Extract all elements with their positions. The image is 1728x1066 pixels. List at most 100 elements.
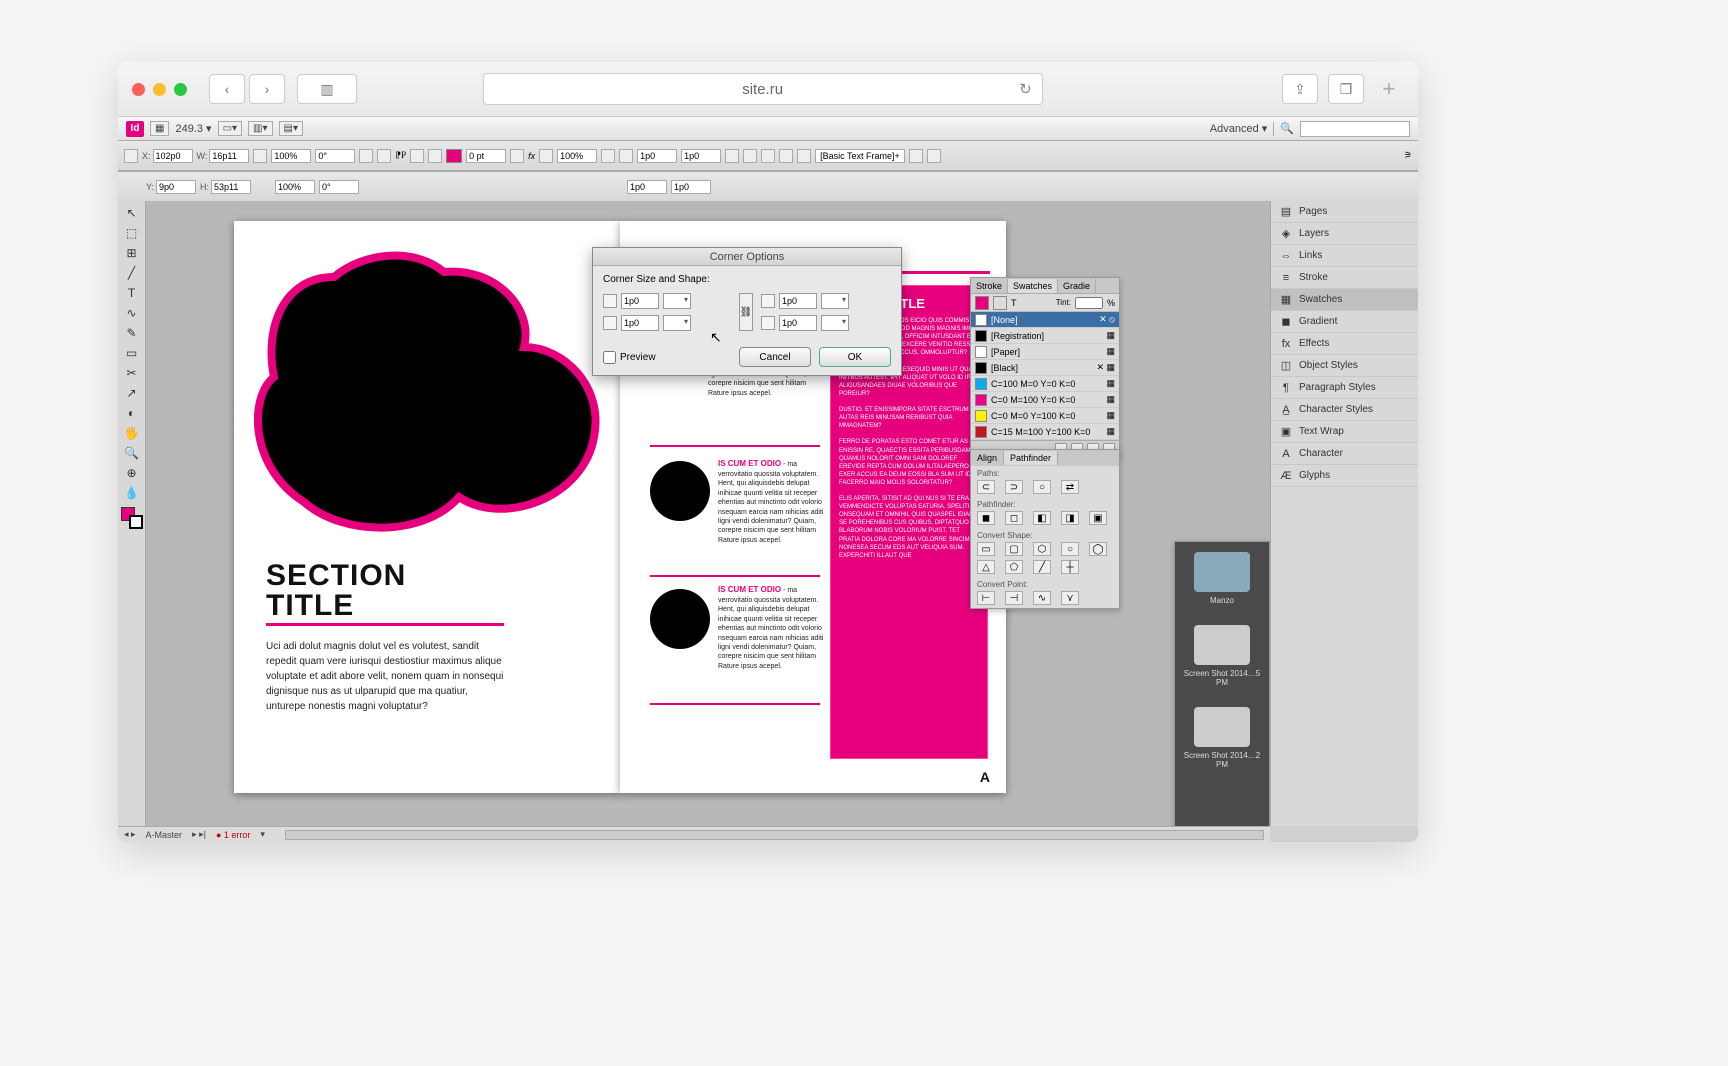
constrain-icon[interactable]: [253, 149, 267, 163]
h-field[interactable]: [211, 180, 251, 194]
corner-point-icon[interactable]: ⊣: [1005, 591, 1023, 605]
gap-3[interactable]: [627, 180, 667, 194]
fitting-icon[interactable]: [927, 149, 941, 163]
pathfinder-panel[interactable]: AlignPathfinder Paths: ⊂⊃○⇄ Pathfinder: …: [970, 449, 1120, 609]
minus-back-icon[interactable]: ▣: [1089, 511, 1107, 525]
panel-text-wrap[interactable]: ▣Text Wrap: [1271, 421, 1418, 443]
tool-◐[interactable]: ◐: [120, 403, 144, 423]
tint-input[interactable]: [1075, 297, 1103, 309]
bridge-icon[interactable]: ▦: [150, 121, 169, 136]
canvas[interactable]: SECTION TITLE Uci adi dolut magnis dolut…: [146, 201, 1270, 826]
page-nav-next[interactable]: ▸ ▸|: [192, 829, 206, 840]
zoom-readout[interactable]: 249.3 ▾: [175, 122, 211, 135]
shear-field[interactable]: [319, 180, 359, 194]
scale-x[interactable]: [271, 149, 311, 163]
panel-character-styles[interactable]: A̲Character Styles: [1271, 399, 1418, 421]
view-mode-dd[interactable]: ▭▾: [218, 121, 242, 136]
columns-icon[interactable]: [725, 149, 739, 163]
forward-button[interactable]: ›: [249, 74, 285, 104]
tool-⊞[interactable]: ⊞: [120, 243, 144, 263]
new-tab-button[interactable]: +: [1374, 74, 1404, 104]
text-wrap-1-icon[interactable]: [601, 149, 615, 163]
finder-item[interactable]: Screen Shot 2014…2 PM: [1175, 697, 1269, 779]
address-bar[interactable]: site.ru ↻: [483, 73, 1043, 105]
text-wrap-2-icon[interactable]: [619, 149, 633, 163]
panel-swatches[interactable]: ▦Swatches: [1271, 289, 1418, 311]
pf-tab-align[interactable]: Align: [971, 451, 1004, 465]
align-l-icon[interactable]: [743, 149, 757, 163]
rect-icon[interactable]: ▭: [977, 542, 995, 556]
drop-shadow-icon[interactable]: [539, 149, 553, 163]
swatch-row[interactable]: [Black]✕ ▦: [971, 360, 1119, 376]
fill-proxy-icon[interactable]: [975, 296, 989, 310]
text-proxy-icon[interactable]: T: [1011, 298, 1017, 308]
preflight-errors[interactable]: 1 error: [216, 830, 250, 840]
ref-point[interactable]: [124, 149, 138, 163]
select-container-icon[interactable]: [410, 149, 424, 163]
panel-object-styles[interactable]: ◫Object Styles: [1271, 355, 1418, 377]
ellipse2-icon[interactable]: ◯: [1089, 542, 1107, 556]
tool-⊕[interactable]: ⊕: [120, 463, 144, 483]
swatch-tab-gradie[interactable]: Gradie: [1058, 279, 1096, 293]
exclude-icon[interactable]: ◨: [1061, 511, 1079, 525]
workspace-dd[interactable]: Advanced ▾: [1210, 122, 1268, 135]
fill-swatch[interactable]: [446, 149, 462, 163]
stroke-weight[interactable]: [466, 149, 506, 163]
corner-br-input[interactable]: [779, 315, 817, 331]
sidebar-toggle[interactable]: ▥: [297, 74, 357, 104]
gap-4[interactable]: [671, 180, 711, 194]
swatch-tab-stroke[interactable]: Stroke: [971, 279, 1008, 293]
preview-checkbox[interactable]: Preview: [603, 351, 656, 364]
panel-stroke[interactable]: ≡Stroke: [1271, 267, 1418, 289]
traffic-lights[interactable]: [132, 83, 187, 96]
panel-links[interactable]: ⇔Links: [1271, 245, 1418, 267]
align-r-icon[interactable]: [779, 149, 793, 163]
add-icon[interactable]: ◼: [977, 511, 995, 525]
corner-options-icon[interactable]: [909, 149, 923, 163]
fx-button[interactable]: fx: [528, 151, 535, 161]
back-button[interactable]: ‹: [209, 74, 245, 104]
corner-bl-shape-dd[interactable]: [663, 315, 691, 331]
bevel-icon[interactable]: ⬡: [1033, 542, 1051, 556]
reverse-path-icon[interactable]: ⇄: [1061, 480, 1079, 494]
w-field[interactable]: [209, 149, 249, 163]
tool-↖[interactable]: ↖: [120, 203, 144, 223]
object-style-dd[interactable]: [Basic Text Frame]+: [815, 149, 905, 163]
panel-layers[interactable]: ◈Layers: [1271, 223, 1418, 245]
swatch-row[interactable]: C=0 M=100 Y=0 K=0▦: [971, 392, 1119, 408]
pf-tab-pathfinder[interactable]: Pathfinder: [1004, 451, 1058, 465]
panel-gradient[interactable]: ◼Gradient: [1271, 311, 1418, 333]
corner-bl-input[interactable]: [621, 315, 659, 331]
subtract-icon[interactable]: ◻: [1005, 511, 1023, 525]
polygon-icon[interactable]: ⬠: [1005, 560, 1023, 574]
panel-glyphs[interactable]: ÆGlyphs: [1271, 465, 1418, 487]
ok-button[interactable]: OK: [819, 347, 891, 367]
stroke-style-dd[interactable]: [510, 149, 524, 163]
gap-2[interactable]: [681, 149, 721, 163]
line-icon[interactable]: ╱: [1033, 560, 1051, 574]
swatch-row[interactable]: [Paper]▦: [971, 344, 1119, 360]
tool-🔍[interactable]: 🔍: [120, 443, 144, 463]
align-c-icon[interactable]: [761, 149, 775, 163]
horizontal-scrollbar[interactable]: [285, 830, 1264, 840]
arrange-dd[interactable]: ▤▾: [279, 121, 303, 136]
swatch-row[interactable]: C=100 M=0 Y=0 K=0▦: [971, 376, 1119, 392]
blob-shape[interactable]: [254, 247, 614, 547]
plain-point-icon[interactable]: ⊢: [977, 591, 995, 605]
tool-↗[interactable]: ↗: [120, 383, 144, 403]
rotate-field[interactable]: [315, 149, 355, 163]
y-field[interactable]: [156, 180, 196, 194]
corner-br-shape-dd[interactable]: [821, 315, 849, 331]
tool-🖐[interactable]: 🖐: [120, 423, 144, 443]
page-nav-prev[interactable]: ◂ ▸: [124, 829, 136, 840]
screen-mode-dd[interactable]: ▥▾: [248, 121, 272, 136]
tool-⬚[interactable]: ⬚: [120, 223, 144, 243]
tool-∿[interactable]: ∿: [120, 303, 144, 323]
close-path-icon[interactable]: ○: [1033, 480, 1051, 494]
link-corners-toggle[interactable]: ⛓: [739, 293, 753, 331]
help-search[interactable]: [1300, 121, 1410, 137]
swatch-row[interactable]: C=15 M=100 Y=100 K=0▦: [971, 424, 1119, 440]
cancel-button[interactable]: Cancel: [739, 347, 811, 367]
orthogonal-icon[interactable]: ┼: [1061, 560, 1079, 574]
panel-character[interactable]: ACharacter: [1271, 443, 1418, 465]
